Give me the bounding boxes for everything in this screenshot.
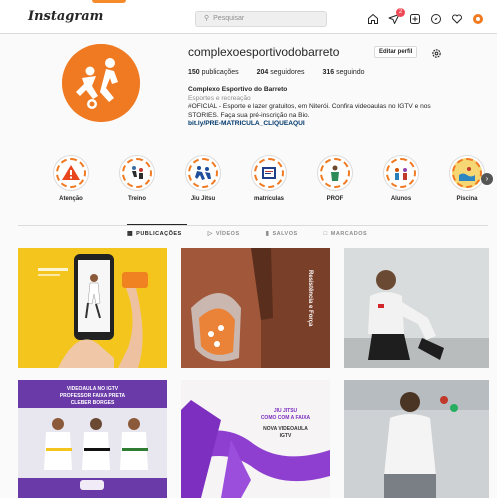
jiujitsu-icon — [195, 166, 211, 180]
phone-app-image — [18, 248, 167, 368]
story-highlights: Atenção Treino Jiu Jitsu matrículas PROF — [42, 155, 497, 207]
settings-gear-icon[interactable] — [431, 46, 442, 58]
profile-avatar[interactable] — [62, 44, 140, 122]
grid-icon: ▦ — [127, 231, 134, 237]
post-4-line-2: PROFESSOR FAIXA PRETA — [59, 393, 126, 399]
athlete-photo-image — [344, 248, 489, 368]
highlight-prof[interactable]: PROF — [310, 155, 360, 202]
post-tile-5[interactable]: JIU JITSU COMO COM A FAIXA NOVA VIDEOAUL… — [181, 380, 330, 498]
tab-salvos[interactable]: ▮ SALVOS — [265, 230, 298, 238]
training-icon — [132, 166, 143, 179]
post-5-line-2: COMO COM A FAIXA — [260, 415, 311, 421]
search-input[interactable]: ⚲ Pesquisar — [195, 11, 327, 27]
bio-line-2: STORIES. Faça sua pré-inscrição na Bio. — [188, 111, 310, 119]
active-tab-indicator — [127, 224, 187, 225]
bookmark-icon: ▮ — [265, 231, 270, 237]
activity-heart-icon[interactable] — [450, 12, 464, 26]
students-icon — [395, 168, 407, 180]
bio-line-1: #OFICIAL - Esporte e lazer gratuitos, em… — [188, 103, 431, 111]
profile-stats: 150 publicações 204 seguidores 316 segui… — [188, 69, 365, 76]
post-5-line-4: IGTV — [279, 433, 292, 439]
post-4-line-3: CLEBER BORGES — [70, 400, 115, 406]
profile-bio: Complexo Esportivo do Barreto Esportes e… — [188, 86, 488, 129]
video-icon: ▷ — [207, 231, 213, 237]
purple-belt-image — [181, 380, 330, 498]
highlight-atencao[interactable]: Atenção — [46, 155, 96, 202]
top-navigation-bar: Instagram ⚲ Pesquisar 2 — [0, 0, 497, 34]
tab-videos[interactable]: ▷ VÍDEOS — [207, 230, 240, 238]
stat-followers[interactable]: 204 seguidores — [257, 69, 305, 76]
post-5-line-1: JIU JITSU — [273, 408, 298, 414]
search-placeholder: Pesquisar — [213, 15, 245, 22]
home-icon[interactable] — [366, 12, 380, 26]
nav-icons: 2 — [366, 8, 485, 27]
display-name: Complexo Esportivo do Barreto — [188, 86, 288, 93]
post-4-line-1: VIDEOAULA NO IGTV — [66, 386, 119, 392]
instagram-profile-page: Instagram ⚲ Pesquisar 2 complexoesportiv… — [0, 0, 497, 498]
notification-badge: 2 — [396, 8, 405, 17]
highlight-treino[interactable]: Treino — [112, 155, 162, 202]
highlights-next-arrow-icon[interactable]: › — [481, 173, 493, 185]
tag-icon: □ — [323, 230, 328, 237]
category-label: Esportes e recreação — [188, 94, 251, 102]
story-ring-fragment — [92, 0, 126, 3]
edit-profile-button[interactable]: Editar perfil — [374, 46, 418, 58]
post-tile-2[interactable]: Resistência e Força — [181, 248, 330, 368]
post-tile-4[interactable]: VIDEOAULA NO IGTV PROFESSOR FAIXA PRETA … — [18, 380, 167, 498]
profile-username: complexoesportivodobarreto — [188, 45, 340, 59]
teacher-icon — [331, 165, 339, 181]
tab-publicacoes[interactable]: ▦ PUBLICAÇÕES — [127, 230, 182, 238]
bio-link[interactable]: bit.ly/PRE-MATRICULA_CLIQUEAQUI — [188, 120, 488, 129]
tabs-divider — [18, 225, 488, 226]
tab-marcados[interactable]: □ MARCADOS — [324, 230, 368, 237]
registration-icon — [262, 167, 276, 179]
stat-posts[interactable]: 150 publicações — [188, 69, 239, 76]
post-tile-1[interactable] — [18, 248, 167, 368]
profile-tabs: ▦ PUBLICAÇÕES ▷ VÍDEOS ▮ SALVOS □ MARCADOS — [127, 230, 368, 238]
profile-avatar-icon[interactable] — [471, 12, 485, 26]
post-5-line-3: NOVA VIDEOAULA — [263, 426, 308, 432]
post-tile-6[interactable] — [344, 380, 489, 498]
athletes-logo-icon — [62, 44, 140, 122]
search-icon: ⚲ — [204, 15, 210, 22]
post-2-caption: Resistência e Força — [307, 269, 313, 327]
stat-following[interactable]: 316 seguindo — [323, 69, 365, 76]
instructor-photo-image — [344, 380, 489, 498]
highlight-alunos[interactable]: Alunos — [376, 155, 426, 202]
pool-icon — [459, 167, 475, 181]
highlight-matriculas[interactable]: matrículas — [244, 155, 294, 202]
new-post-icon[interactable] — [408, 12, 422, 26]
instagram-logo[interactable]: Instagram — [28, 9, 103, 24]
highlight-jiu-jitsu[interactable]: Jiu Jitsu — [178, 155, 228, 202]
direct-messages-icon[interactable]: 2 — [387, 8, 405, 26]
warning-icon — [62, 165, 80, 180]
explore-icon[interactable] — [429, 12, 443, 26]
post-tile-3[interactable] — [344, 248, 489, 368]
